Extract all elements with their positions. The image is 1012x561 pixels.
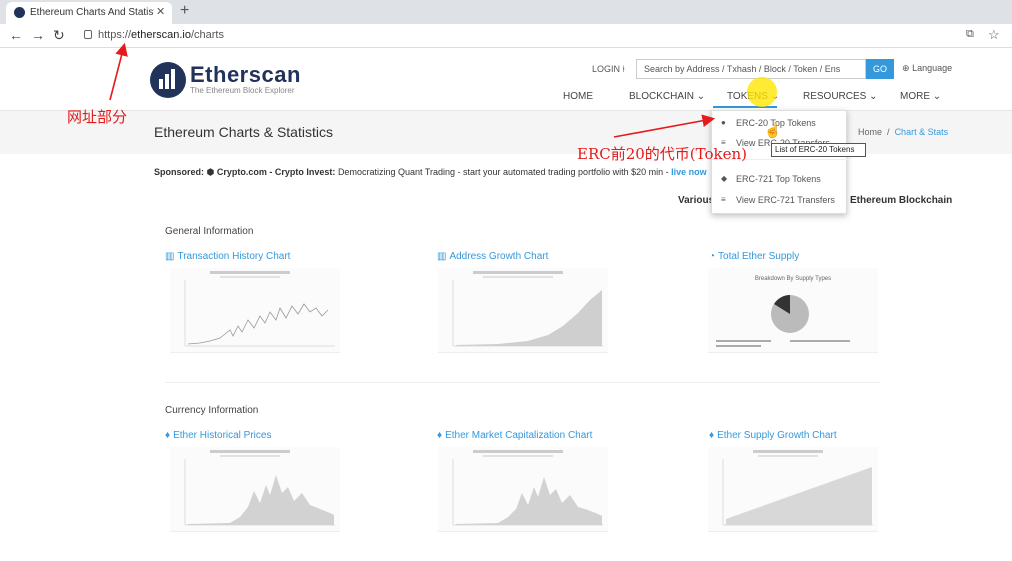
lock-icon[interactable]	[84, 30, 92, 39]
breadcrumb: Home / Chart & Stats	[858, 127, 948, 137]
transaction-history-sparkline	[184, 271, 335, 347]
menu-item-erc721-top-tokens[interactable]: ◆ ERC-721 Top Tokens	[712, 169, 848, 189]
breadcrumb-separator: /	[887, 127, 890, 137]
market-cap-sparkline	[452, 450, 603, 526]
chart-link-transaction-history[interactable]: ▥ Transaction History Chart	[165, 251, 290, 262]
browser-toolbar: ← → ↻ https://etherscan.io/charts ⧉ ☆	[0, 24, 1012, 48]
tab-title: Ethereum Charts And Statistics	[30, 7, 154, 18]
address-growth-thumbnail[interactable]	[438, 268, 608, 353]
etherscan-logo-icon[interactable]	[150, 62, 186, 98]
close-tab-icon[interactable]: ✕	[156, 5, 165, 18]
search-input[interactable]: Search by Address / Txhash / Block / Tok…	[636, 59, 866, 79]
address-growth-sparkline	[452, 271, 603, 347]
section-currency-information: Currency Information	[165, 405, 259, 416]
chart-link-label: Ether Supply Growth Chart	[717, 430, 837, 441]
etherscan-favicon-icon	[14, 7, 25, 18]
section-general-information: General Information	[165, 226, 254, 237]
diamond-icon: ◆	[721, 174, 728, 183]
search-go-button[interactable]: GO	[866, 59, 894, 79]
etherscan-page: Etherscan The Ethereum Block Explorer LO…	[0, 48, 1012, 561]
brand-name[interactable]: Etherscan	[190, 62, 301, 88]
supply-pie-chart	[716, 295, 850, 347]
bullet-circle-icon: ●	[721, 118, 726, 127]
erc20-annotation-label: ERC前20的代币(Token)	[577, 145, 748, 163]
chart-link-label: Ether Historical Prices	[173, 430, 272, 441]
chart-link-supply-growth[interactable]: ♦ Ether Supply Growth Chart	[709, 430, 837, 441]
sponsor-live-link[interactable]: live now	[671, 167, 707, 177]
charts-intro-prefix: Various	[678, 195, 715, 206]
address-bar[interactable]: https://etherscan.io/charts	[98, 29, 224, 41]
ether-diamond-icon: ♦	[165, 430, 171, 441]
chart-link-market-cap[interactable]: ♦ Ether Market Capitalization Chart	[437, 430, 592, 441]
login-link[interactable]: LOGIN ⍿	[592, 64, 625, 75]
brand-tagline: The Ethereum Block Explorer	[190, 86, 295, 95]
page-title: Ethereum Charts & Statistics	[154, 124, 333, 140]
chart-link-label: Ether Market Capitalization Chart	[445, 430, 593, 441]
url-scheme: https://	[98, 29, 132, 41]
sponsor-name: Crypto.com - Crypto Invest:	[216, 167, 336, 177]
user-icon: ⍿	[622, 64, 625, 74]
menu-item-erc721-transfers[interactable]: ≡ View ERC-721 Transfers	[712, 190, 848, 210]
back-arrow-icon[interactable]: ←	[9, 27, 23, 43]
section-divider	[165, 382, 880, 383]
nav-more[interactable]: MORE ⌄	[900, 91, 941, 102]
cursor-highlight-circle	[747, 77, 777, 107]
nav-home[interactable]: HOME	[563, 91, 593, 102]
chart-link-address-growth[interactable]: ▥ Address Growth Chart	[437, 251, 548, 262]
bar-chart-icon: ▥	[437, 251, 447, 262]
new-tab-button[interactable]: +	[180, 2, 189, 20]
reload-icon[interactable]: ↻	[53, 27, 65, 44]
total-ether-supply-thumbnail[interactable]: Breakdown By Supply Types	[708, 268, 878, 353]
bookmark-star-icon[interactable]: ☆	[988, 27, 1000, 43]
nav-resources[interactable]: RESOURCES ⌄	[803, 91, 878, 102]
chart-link-label: Transaction History Chart	[177, 251, 291, 262]
pie-chart-icon: ◔	[709, 251, 716, 262]
hand-cursor-icon: ☝	[764, 122, 782, 138]
market-cap-thumbnail[interactable]	[438, 447, 608, 532]
browser-tab-bar: Ethereum Charts And Statistics ✕ +	[0, 0, 1012, 24]
globe-icon: ⊕	[902, 63, 910, 73]
breadcrumb-home[interactable]: Home	[858, 127, 882, 137]
nav-tokens-active-underline	[713, 106, 777, 108]
list-icon: ≡	[721, 195, 726, 204]
nav-blockchain[interactable]: BLOCKCHAIN ⌄	[629, 91, 705, 102]
sponsor-text: Democratizing Quant Trading - start your…	[337, 167, 669, 177]
charts-intro-suffix: Ethereum Blockchain	[850, 195, 953, 206]
crypto-com-icon: ⬢	[206, 167, 215, 177]
translate-icon[interactable]: ⧉	[966, 28, 974, 41]
bar-chart-icon: ▥	[165, 251, 175, 262]
ether-diamond-icon: ♦	[709, 430, 715, 441]
menu-item-label: ERC-721 Top Tokens	[736, 174, 821, 184]
url-path: /charts	[190, 29, 224, 41]
historical-prices-thumbnail[interactable]	[170, 447, 340, 532]
browser-tab[interactable]: Ethereum Charts And Statistics ✕	[6, 2, 172, 24]
language-selector[interactable]: ⊕ Language	[902, 63, 952, 74]
forward-arrow-icon[interactable]: →	[31, 27, 45, 43]
supply-growth-thumbnail[interactable]	[708, 447, 878, 532]
url-host: etherscan.io	[131, 29, 191, 41]
sponsored-label: Sponsored:	[154, 167, 205, 177]
sponsored-banner[interactable]: Sponsored: ⬢ Crypto.com - Crypto Invest:…	[154, 167, 707, 178]
language-label: Language	[912, 63, 953, 73]
chart-link-total-ether-supply[interactable]: ◔ Total Ether Supply	[709, 251, 799, 262]
historical-prices-sparkline	[184, 450, 335, 526]
transaction-history-thumbnail[interactable]	[170, 268, 340, 353]
breadcrumb-current: Chart & Stats	[894, 127, 949, 137]
chart-link-label: Total Ether Supply	[718, 251, 800, 262]
url-annotation-label: 网址部分	[67, 108, 128, 126]
login-label: LOGIN	[592, 64, 621, 74]
supply-growth-sparkline	[722, 450, 873, 526]
ether-diamond-icon: ♦	[437, 430, 443, 441]
chart-link-label: Address Growth Chart	[449, 251, 549, 262]
erc20-tooltip: List of ERC-20 Tokens	[771, 143, 866, 157]
chart-link-historical-prices[interactable]: ♦ Ether Historical Prices	[165, 430, 271, 441]
menu-item-label: View ERC-721 Transfers	[736, 195, 835, 205]
